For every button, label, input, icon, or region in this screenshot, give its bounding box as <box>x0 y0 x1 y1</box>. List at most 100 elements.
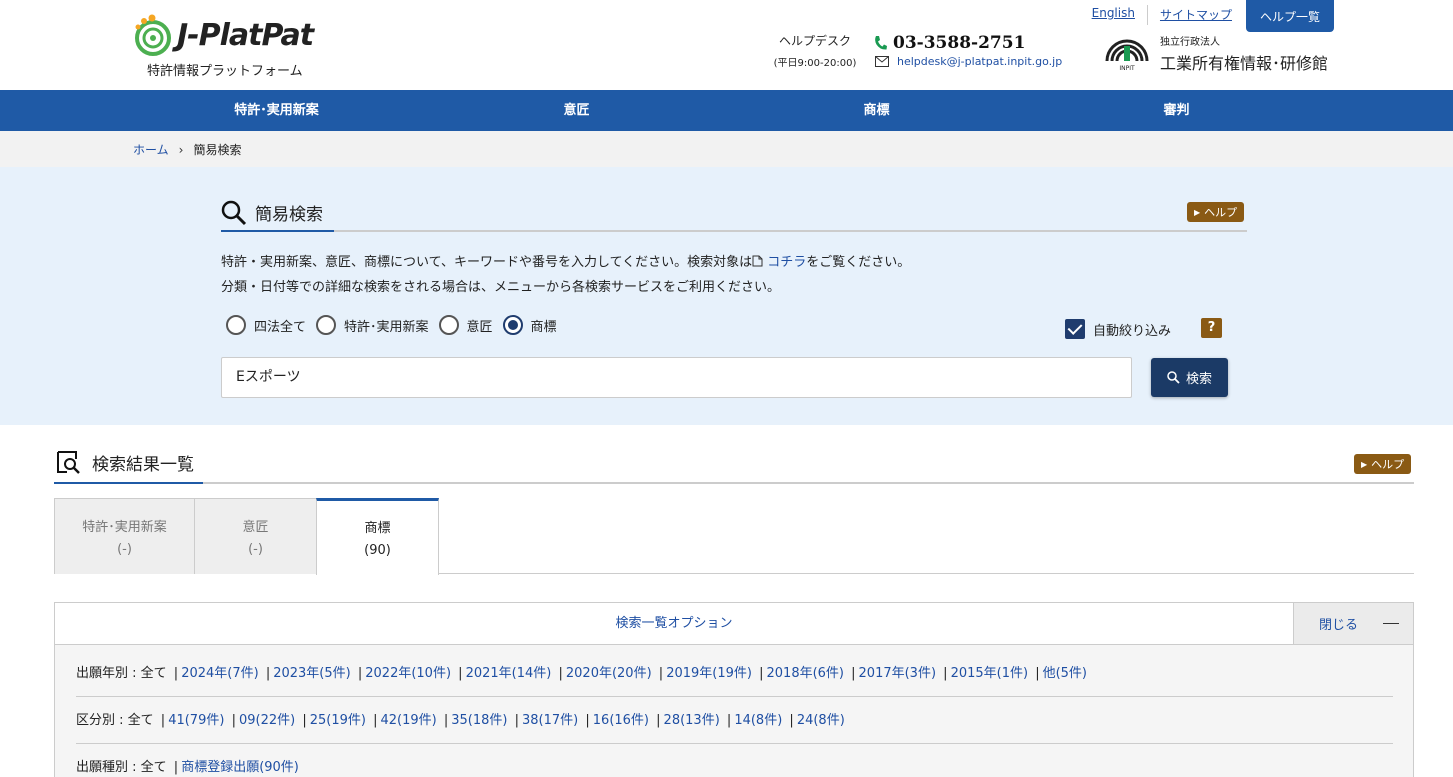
radio-trademark[interactable]: 商標 <box>502 315 557 335</box>
filter-row-type: 出願種別 : 全て | 商標登録出願(90件) <box>76 760 299 775</box>
english-link[interactable]: English <box>1080 0 1147 26</box>
tab-count: (-) <box>248 542 263 557</box>
auto-filter-help-button[interactable]: ? <box>1201 318 1222 338</box>
help-label: ヘルプ <box>1204 206 1238 219</box>
radio-circle-selected <box>502 315 523 335</box>
tab-design[interactable]: 意匠 (-) <box>194 498 317 574</box>
main-nav: 特許･実用新案 意匠 商標 審判 <box>0 90 1453 131</box>
search-icon <box>1167 371 1180 384</box>
logo-text: J-PlatPat <box>177 18 314 53</box>
filter-label: 区分別 : 全て <box>76 713 154 728</box>
simple-search-help-button[interactable]: ▶ ヘルプ <box>1187 202 1245 222</box>
filter-link[interactable]: 25(19件) <box>310 713 366 728</box>
helpdesk-phone: 03-3588-2751 <box>873 33 1025 53</box>
mail-icon <box>875 56 889 67</box>
filter-link[interactable]: 42(19件) <box>380 713 436 728</box>
filter-link[interactable]: 2022年(10件) <box>365 666 451 681</box>
inpit-name: 工業所有権情報･研修館 <box>1160 54 1329 73</box>
results-title: 検索結果一覧 <box>92 454 194 475</box>
filter-row-class: 区分別 : 全て | 41(79件) | 09(22件) | 25(19件) | 42(… <box>76 697 1393 744</box>
simple-search-description: 特許・実用新案、意匠、商標について、キーワードや番号を入力してください。検索対象… <box>221 250 910 300</box>
filter-link[interactable]: 35(18件) <box>451 713 507 728</box>
radio-patent[interactable]: 特許･実用新案 <box>316 315 429 335</box>
helpdesk-mail: helpdesk@j-platpat.inpit.go.jp <box>875 55 1062 68</box>
jplatpat-logo-icon <box>135 14 171 56</box>
chevron-right-icon: › <box>178 142 184 157</box>
nav-trial[interactable]: 審判 <box>1027 90 1327 131</box>
collapse-icon <box>1383 623 1399 624</box>
nav-patent[interactable]: 特許･実用新案 <box>127 90 427 131</box>
filter-link[interactable]: 28(13件) <box>664 713 720 728</box>
filter-link[interactable]: 41(79件) <box>168 713 224 728</box>
filter-link[interactable]: 38(17件) <box>522 713 578 728</box>
tab-count: (90) <box>364 543 391 558</box>
search-target-link[interactable]: コチラ <box>767 255 806 270</box>
filter-link[interactable]: 商標登録出願(90件) <box>181 760 299 775</box>
filter-link[interactable]: 2015年(1件) <box>951 666 1029 681</box>
tab-count: (-) <box>117 542 132 557</box>
tab-label: 商標 <box>364 521 391 536</box>
search-button[interactable]: 検索 <box>1151 358 1228 397</box>
filter-link[interactable]: 14(8件) <box>734 713 782 728</box>
header: J-PlatPat 特許情報プラットフォーム English サイトマップ ヘル… <box>0 0 1453 90</box>
results-search-icon <box>57 451 80 474</box>
filter-link[interactable]: 2024年(7件) <box>181 666 259 681</box>
radio-label: 四法全て <box>254 319 307 335</box>
sitemap-link[interactable]: サイトマップ <box>1148 0 1244 29</box>
auto-filter-checkbox[interactable]: 自動絞り込み <box>1065 319 1171 339</box>
checkbox-checked-icon <box>1065 319 1085 339</box>
filter-link[interactable]: 2023年(5件) <box>273 666 351 681</box>
document-icon <box>752 255 763 267</box>
helpdesk-email-link[interactable]: helpdesk@j-platpat.inpit.go.jp <box>897 55 1062 68</box>
filter-link[interactable]: 2021年(14件) <box>466 666 552 681</box>
filter-link[interactable]: 2020年(20件) <box>566 666 652 681</box>
logo[interactable]: J-PlatPat 特許情報プラットフォーム <box>133 10 333 80</box>
nav-trademark[interactable]: 商標 <box>727 90 1027 131</box>
search-input[interactable]: Eスポーツ <box>221 357 1132 398</box>
breadcrumb-home-link[interactable]: ホーム <box>133 141 169 158</box>
play-icon: ▶ <box>1361 459 1368 469</box>
search-scope-radios: 四法全て 特許･実用新案 意匠 商標 <box>226 315 567 335</box>
svg-text:INPIT: INPIT <box>1119 65 1135 72</box>
options-close-button[interactable]: 閉じる <box>1293 603 1413 644</box>
radio-label: 意匠 <box>466 319 493 335</box>
logo-subtitle: 特許情報プラットフォーム <box>147 64 303 79</box>
search-button-label: 検索 <box>1185 372 1212 387</box>
tab-label: 特許･実用新案 <box>82 520 167 535</box>
filter-link[interactable]: 2018年(6件) <box>767 666 845 681</box>
play-icon: ▶ <box>1194 207 1201 217</box>
radio-all[interactable]: 四法全て <box>226 315 306 335</box>
breadcrumb: ホーム › 簡易検索 <box>0 131 1453 167</box>
top-links: English サイトマップ ヘルプ一覧 <box>1080 0 1334 32</box>
filter-link[interactable]: 16(16件) <box>593 713 649 728</box>
tab-trademark[interactable]: 商標 (90) <box>316 498 439 575</box>
helpdesk-hours: (平日9:00-20:00) <box>773 58 857 69</box>
description-text-1: 特許・実用新案、意匠、商標について、キーワードや番号を入力してください。検索対象… <box>221 255 753 270</box>
filter-link[interactable]: 2017年(3件) <box>859 666 937 681</box>
breadcrumb-current: 簡易検索 <box>193 143 242 157</box>
help-list-button[interactable]: ヘルプ一覧 <box>1245 0 1334 32</box>
filter-link[interactable]: 2019年(19件) <box>666 666 752 681</box>
radio-circle <box>226 315 246 335</box>
tab-patent[interactable]: 特許･実用新案 (-) <box>54 498 195 574</box>
simple-search-panel: 簡易検索 ▶ ヘルプ 特許・実用新案、意匠、商標について、キーワードや番号を入力… <box>0 167 1453 425</box>
filter-link[interactable]: 09(22件) <box>239 713 295 728</box>
help-label: ヘルプ <box>1371 458 1405 471</box>
close-label: 閉じる <box>1319 618 1359 633</box>
filter-link[interactable]: 24(8件) <box>797 713 845 728</box>
inpit-logo[interactable]: INPIT 独立行政法人 工業所有権情報･研修館 <box>1104 33 1328 74</box>
radio-design[interactable]: 意匠 <box>438 315 493 335</box>
tab-label: 意匠 <box>242 520 269 535</box>
radio-circle <box>438 315 459 335</box>
search-list-options: 検索一覧オプション 閉じる 出願年別 : 全て | 2024年(7件) | 2023… <box>54 602 1414 777</box>
filter-label: 出願種別 : 全て <box>76 760 167 775</box>
description-text-1b: をご覧ください。 <box>806 255 911 270</box>
results-help-button[interactable]: ▶ ヘルプ <box>1354 454 1412 474</box>
options-title[interactable]: 検索一覧オプション <box>55 603 1293 645</box>
radio-label: 特許･実用新案 <box>344 319 429 335</box>
filter-row-year: 出願年別 : 全て | 2024年(7件) | 2023年(5件) | 2022年(1… <box>76 650 1393 697</box>
filter-link[interactable]: 他(5件) <box>1043 666 1087 681</box>
nav-design[interactable]: 意匠 <box>427 90 727 131</box>
radio-label: 商標 <box>530 319 557 335</box>
phone-number: 03-3588-2751 <box>893 33 1026 53</box>
